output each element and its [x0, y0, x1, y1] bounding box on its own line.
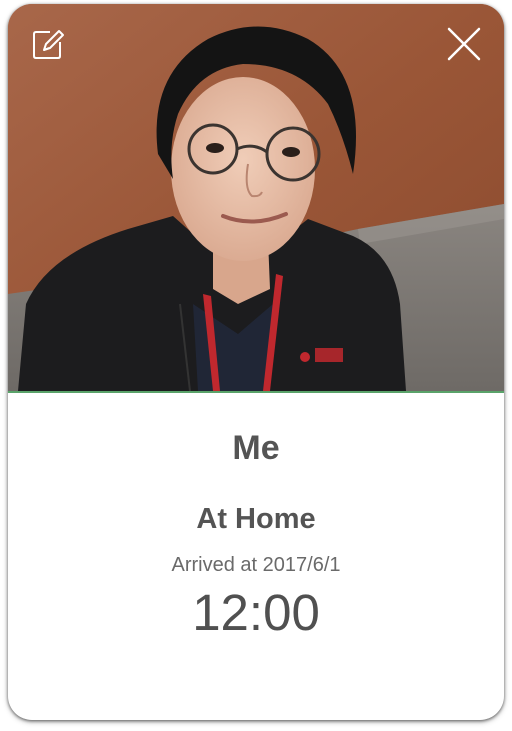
close-button[interactable]: [444, 24, 484, 64]
arrived-label: Arrived at 2017/6/1: [171, 554, 341, 576]
edit-pencil-icon: [30, 26, 66, 62]
close-icon: [446, 26, 482, 62]
profile-photo: [8, 4, 504, 391]
arrival-time: 12:00: [192, 584, 320, 641]
person-name: Me: [232, 429, 280, 467]
edit-button[interactable]: [28, 24, 68, 64]
location-label: At Home: [196, 503, 316, 535]
profile-card: Me At Home Arrived at 2017/6/1 12:00: [8, 4, 504, 720]
status-panel: Me At Home Arrived at 2017/6/1 12:00: [8, 393, 504, 720]
